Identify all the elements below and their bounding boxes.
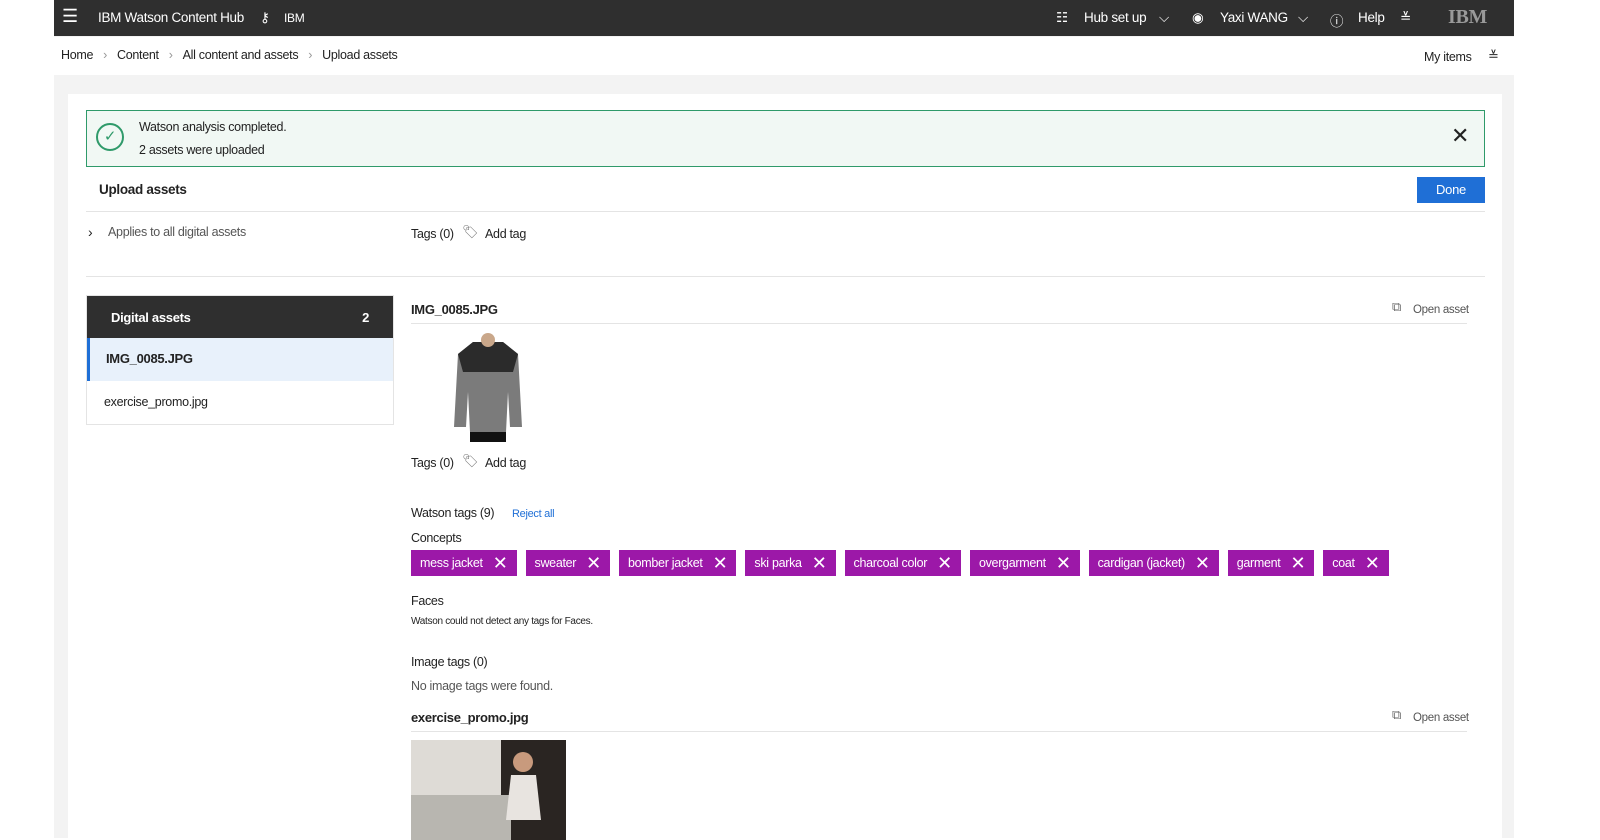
digital-assets-header: Digital assets 2 xyxy=(87,296,393,338)
concept-tag: charcoal color ✕ xyxy=(844,550,961,576)
tenant-name[interactable]: IBM xyxy=(284,11,305,25)
close-icon[interactable]: ✕ xyxy=(1451,123,1469,149)
jacket-thumbnail[interactable] xyxy=(448,332,528,442)
app: ☰ IBM Watson Content Hub ⚷ IBM ☷ Hub set… xyxy=(54,0,1514,840)
key-icon: ⚷ xyxy=(260,10,270,25)
add-tag-button[interactable]: Add tag xyxy=(485,227,526,241)
remove-tag-icon[interactable]: ✕ xyxy=(937,553,952,574)
concept-tag: overgarment ✕ xyxy=(969,550,1080,576)
list-item[interactable]: IMG_0085.JPG xyxy=(87,338,393,381)
remove-tag-icon[interactable]: ✕ xyxy=(1365,553,1380,574)
concept-tag: cardigan (jacket) ✕ xyxy=(1088,550,1219,576)
settings-sliders-icon: ☷ xyxy=(1056,10,1068,25)
breadcrumb-all-content[interactable]: All content and assets xyxy=(183,48,299,62)
chevron-right-icon[interactable]: › xyxy=(88,224,93,240)
open-asset-link[interactable]: Open asset xyxy=(1413,712,1469,724)
tags-label: Tags (0) xyxy=(411,227,454,241)
concept-tag: ski parka ✕ xyxy=(745,550,836,576)
concept-tag: coat ✕ xyxy=(1323,550,1389,576)
digital-assets-list: Digital assets 2 IMG_0085.JPG exercise_pr… xyxy=(86,295,394,425)
concept-tag: mess jacket ✕ xyxy=(411,550,517,576)
user-avatar-icon: ◉ xyxy=(1192,10,1204,25)
applies-to-all-toggle[interactable]: Applies to all digital assets xyxy=(108,225,246,239)
hamburger-menu-icon[interactable]: ☰ xyxy=(62,6,78,27)
concept-tag: sweater ✕ xyxy=(525,550,610,576)
faces-message: Watson could not detect any tags for Fac… xyxy=(411,616,593,627)
remove-tag-icon[interactable]: ✕ xyxy=(812,553,827,574)
watson-tags-label: Watson tags (9) xyxy=(411,506,495,520)
image-tags-label: Image tags (0) xyxy=(411,655,488,669)
app-title[interactable]: IBM Watson Content Hub xyxy=(98,10,244,25)
tag-icon: 🏷 xyxy=(462,453,479,468)
breadcrumb-content[interactable]: Content xyxy=(117,48,159,62)
help-menu[interactable]: Help xyxy=(1358,10,1385,25)
concept-tag-label: coat xyxy=(1332,556,1355,570)
double-chevron-icon[interactable]: ≚ xyxy=(1400,10,1411,26)
remove-tag-icon[interactable]: ✕ xyxy=(586,553,601,574)
image-tags-message: No image tags were found. xyxy=(411,679,553,693)
checkmark-icon: ✓ xyxy=(96,123,124,151)
concept-tags: mess jacket ✕ sweater ✕ bomber jacket ✕ ski pa… xyxy=(411,550,1398,576)
reject-all-link[interactable]: Reject all xyxy=(512,508,555,520)
breadcrumb-upload: Upload assets xyxy=(322,48,398,62)
help-icon: ⓘ xyxy=(1330,14,1344,29)
concept-tag-label: bomber jacket xyxy=(627,556,703,570)
asset-count: 2 xyxy=(362,310,369,325)
list-item[interactable]: exercise_promo.jpg xyxy=(87,381,393,424)
notification-title: Watson analysis completed. xyxy=(139,120,287,134)
open-asset-link[interactable]: Open asset xyxy=(1413,304,1469,316)
remove-tag-icon[interactable]: ✕ xyxy=(713,553,728,574)
concepts-label: Concepts xyxy=(411,531,462,545)
concept-tag-label: sweater xyxy=(534,556,577,570)
tag-icon: 🏷 xyxy=(462,224,479,239)
asset-name: IMG_0085.JPG xyxy=(411,302,498,317)
hub-setup-menu[interactable]: Hub set up xyxy=(1084,10,1147,25)
breadcrumb-bar: Home › Content › All content and assets › U… xyxy=(54,37,1514,75)
chevron-right-icon: › xyxy=(308,48,313,62)
top-bar: ☰ IBM Watson Content Hub ⚷ IBM ☷ Hub set… xyxy=(54,0,1514,36)
double-chevron-icon[interactable]: ≚ xyxy=(1488,48,1499,64)
digital-assets-title: Digital assets xyxy=(111,310,191,325)
my-items-button[interactable]: My items xyxy=(1424,50,1472,64)
breadcrumb: Home › Content › All content and assets › U… xyxy=(61,48,398,62)
done-button[interactable]: Done xyxy=(1417,177,1485,203)
concept-tag-label: garment xyxy=(1236,556,1281,570)
chevron-right-icon: › xyxy=(168,48,173,62)
concept-tag: bomber jacket ✕ xyxy=(618,550,737,576)
remove-tag-icon[interactable]: ✕ xyxy=(493,553,508,574)
open-asset-icon: ⧉ xyxy=(1392,299,1401,314)
asset-name: exercise_promo.jpg xyxy=(411,710,529,725)
concept-tag-label: charcoal color xyxy=(853,556,928,570)
chevron-down-icon[interactable]: ⌵ xyxy=(1298,10,1308,26)
open-asset-icon: ⧉ xyxy=(1392,707,1401,722)
ibm-logo: IBM xyxy=(1448,6,1488,28)
concept-tag: garment ✕ xyxy=(1227,550,1315,576)
chevron-right-icon: › xyxy=(103,48,108,62)
remove-tag-icon[interactable]: ✕ xyxy=(1290,553,1305,574)
concept-tag-label: overgarment xyxy=(978,556,1046,570)
concept-tag-label: mess jacket xyxy=(420,556,483,570)
user-menu[interactable]: Yaxi WANG xyxy=(1220,10,1288,25)
notification-subtitle: 2 assets were uploaded xyxy=(139,143,265,157)
exercise-thumbnail[interactable] xyxy=(411,740,566,840)
success-notification: ✓ Watson analysis completed. 2 assets we… xyxy=(86,110,1485,167)
add-tag-button[interactable]: Add tag xyxy=(485,456,526,470)
faces-label: Faces xyxy=(411,594,444,608)
remove-tag-icon[interactable]: ✕ xyxy=(1195,553,1210,574)
upload-card: ✓ Watson analysis completed. 2 assets we… xyxy=(68,94,1502,840)
tags-label: Tags (0) xyxy=(411,456,454,470)
concept-tag-label: ski parka xyxy=(754,556,802,570)
page-title: Upload assets xyxy=(99,182,187,197)
breadcrumb-home[interactable]: Home xyxy=(61,48,93,62)
chevron-down-icon[interactable]: ⌵ xyxy=(1159,10,1169,26)
concept-tag-label: cardigan (jacket) xyxy=(1097,556,1186,570)
remove-tag-icon[interactable]: ✕ xyxy=(1056,553,1071,574)
